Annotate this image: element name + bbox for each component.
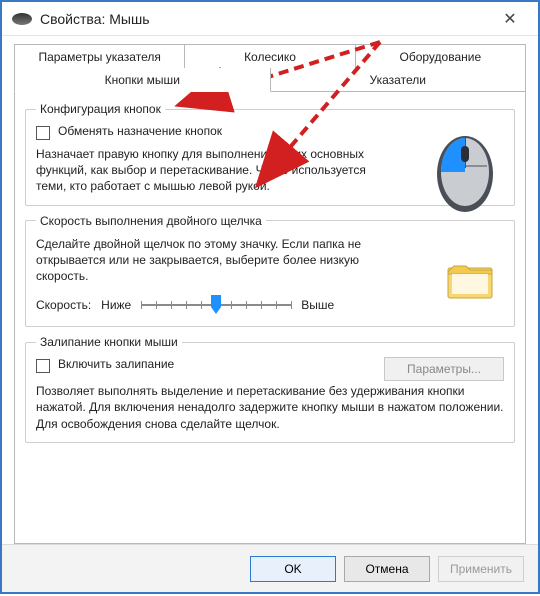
tabs: Параметры указателя Колесико Оборудовани… xyxy=(14,44,526,92)
titlebar: Свойства: Мышь ✕ xyxy=(2,2,538,36)
group-button-config: Конфигурация кнопок Обменять назначение … xyxy=(25,102,515,206)
swap-buttons-desc: Назначает правую кнопку для выполнения т… xyxy=(36,146,376,195)
mouse-icon xyxy=(12,13,32,25)
tab-pointer-options[interactable]: Параметры указателя xyxy=(14,44,185,68)
tab-pointers[interactable]: Указатели xyxy=(270,68,527,92)
tab-wheel[interactable]: Колесико xyxy=(184,44,355,68)
speed-fast-label: Выше xyxy=(301,298,334,312)
swap-buttons-checkbox[interactable] xyxy=(36,126,50,140)
clicklock-desc: Позволяет выполнять выделение и перетаск… xyxy=(36,383,504,432)
tab-buttons[interactable]: Кнопки мыши xyxy=(14,68,271,92)
group-double-click: Скорость выполнения двойного щелчка Сдел… xyxy=(25,214,515,328)
speed-row: Скорость: Ниже Выше xyxy=(36,294,504,316)
apply-button: Применить xyxy=(438,556,524,582)
clicklock-settings-button: Параметры... xyxy=(384,357,504,381)
tab-hardware[interactable]: Оборудование xyxy=(355,44,526,68)
cancel-button[interactable]: Отмена xyxy=(344,556,430,582)
mouse-illustration xyxy=(430,124,500,214)
ok-button[interactable]: OK xyxy=(250,556,336,582)
speed-label: Скорость: xyxy=(36,298,91,312)
group-clicklock-legend: Залипание кнопки мыши xyxy=(36,335,182,349)
group-clicklock: Залипание кнопки мыши Включить залипание… xyxy=(25,335,515,443)
window-title: Свойства: Мышь xyxy=(40,11,490,27)
content-area: Параметры указателя Колесико Оборудовани… xyxy=(2,36,538,544)
dialog-footer: OK Отмена Применить xyxy=(2,544,538,592)
double-click-desc: Сделайте двойной щелчок по этому значку.… xyxy=(36,236,396,285)
group-button-config-legend: Конфигурация кнопок xyxy=(36,102,165,116)
clicklock-label: Включить залипание xyxy=(58,357,174,371)
clicklock-checkbox[interactable] xyxy=(36,359,50,373)
tab-panel-buttons: Конфигурация кнопок Обменять назначение … xyxy=(14,92,526,544)
folder-test-icon[interactable] xyxy=(446,258,496,302)
speed-slow-label: Ниже xyxy=(101,298,131,312)
slider-thumb[interactable] xyxy=(210,295,222,315)
double-click-speed-slider[interactable] xyxy=(141,294,291,316)
mouse-properties-dialog: Свойства: Мышь ✕ Параметры указателя Кол… xyxy=(0,0,540,594)
swap-buttons-label: Обменять назначение кнопок xyxy=(58,124,222,138)
close-button[interactable]: ✕ xyxy=(490,2,530,35)
group-double-click-legend: Скорость выполнения двойного щелчка xyxy=(36,214,266,228)
